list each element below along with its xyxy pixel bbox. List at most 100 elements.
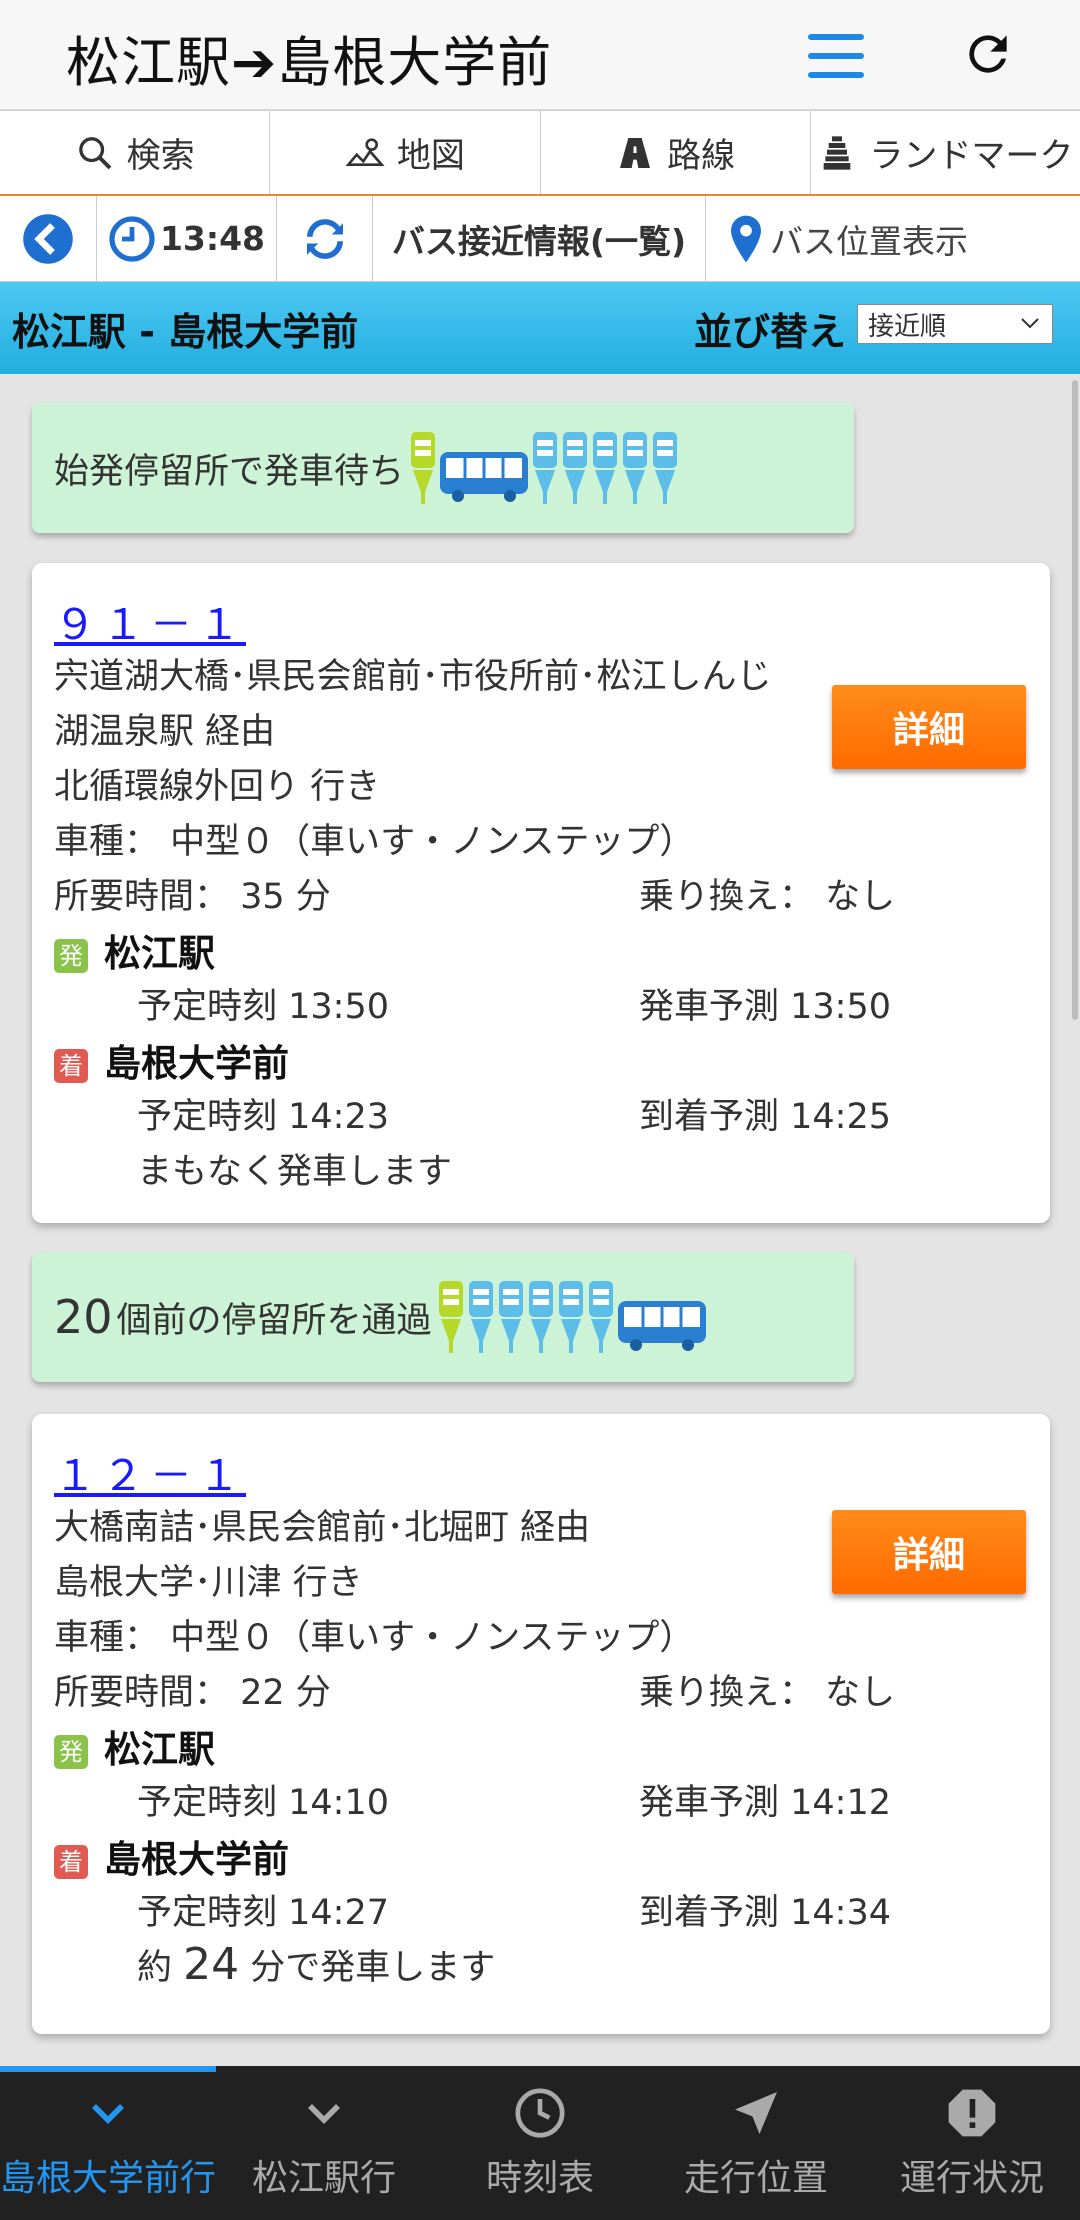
chevron-down-icon <box>308 2104 340 2124</box>
arrival-scheduled: 予定時刻 14:23 <box>137 1097 389 1137</box>
departure-predicted: 発車予測 13:50 <box>639 987 891 1027</box>
stop-icon <box>498 1281 523 1353</box>
bottom-tab-label: 松江駅行 <box>251 2158 396 2199</box>
bus-card: ９１－１ 宍道湖大橋･県民会館前･市役所前･松江しんじ 湖温泉駅 経由 北循環線… <box>32 563 1050 1223</box>
current-stop-icon <box>411 432 436 504</box>
back-button[interactable] <box>0 196 97 281</box>
detail-button[interactable]: 詳細 <box>832 1510 1026 1594</box>
departure-stop: 松江駅 <box>104 1728 215 1771</box>
chevron-down-icon <box>92 2104 124 2124</box>
search-icon <box>78 136 112 169</box>
tab-label: 検索 <box>126 136 195 176</box>
vehicle-type: 車種： 中型０（車いす・ノンステップ） <box>54 822 695 862</box>
navigation-arrow-icon <box>735 2092 777 2134</box>
destination-text: 北循環線外回り 行き <box>54 767 381 807</box>
route-number-link[interactable]: ９１－１ <box>54 600 246 649</box>
clock-icon <box>109 215 155 262</box>
map-icon <box>345 137 385 166</box>
location-pin-icon <box>731 215 761 262</box>
via-text: 宍道湖大橋･県民会館前･市役所前･松江しんじ <box>54 657 772 697</box>
tab-route[interactable]: 路線 <box>541 111 811 194</box>
bus-position-button[interactable]: バス位置表示 <box>706 196 1080 281</box>
minutes-count: 24 <box>183 1939 240 1990</box>
route-bar: 松江駅 - 島根大学前 並び替え 接近順 <box>0 282 1080 374</box>
message-prefix: 約 <box>137 1948 184 1988</box>
stop-icon <box>468 1281 493 1353</box>
stop-icon <box>563 432 588 504</box>
bus-status-box: 20 個前の停留所を通過 <box>32 1252 854 1382</box>
stop-icon <box>588 1281 613 1353</box>
route-title: 松江駅 - 島根大学前 <box>12 309 359 354</box>
sort-value: 接近順 <box>868 311 947 342</box>
arrival-badge: 着 <box>54 1845 88 1879</box>
tab-label: 路線 <box>667 136 736 176</box>
chevron-down-icon <box>1021 318 1039 329</box>
departure-badge: 発 <box>54 1735 88 1769</box>
departure-stop: 松江駅 <box>104 932 215 975</box>
route-number-link[interactable]: １２－１ <box>54 1451 246 1500</box>
reload-button[interactable] <box>277 196 373 281</box>
app-header: 松江駅➔島根大学前 <box>0 0 1080 110</box>
stop-icon <box>653 432 678 504</box>
departure-predicted: 発車予測 14:12 <box>639 1783 891 1823</box>
bus-position-label: バス位置表示 <box>770 221 968 261</box>
bottom-tab-label: 運行状況 <box>899 2158 1044 2199</box>
tab-search[interactable]: 検索 <box>0 111 271 194</box>
detail-button[interactable]: 詳細 <box>832 685 1026 769</box>
back-arrow-icon <box>23 213 73 264</box>
bottom-tab-shimane-univ[interactable]: 島根大学前行 <box>0 2066 216 2220</box>
arrival-scheduled: 予定時刻 14:27 <box>137 1893 389 1933</box>
departure-scheduled: 予定時刻 14:10 <box>137 1783 389 1823</box>
via-text: 大橋南詰･県民会館前･北堀町 経由 <box>54 1508 591 1548</box>
refresh-icon[interactable] <box>960 26 1016 82</box>
tab-landmark[interactable]: ランドマーク <box>811 111 1080 194</box>
arrival-predicted: 到着予測 14:34 <box>639 1893 891 1933</box>
clock-icon <box>515 2088 565 2138</box>
stop-icon <box>533 432 558 504</box>
tab-label: ランドマーク <box>869 136 1074 176</box>
stop-icon <box>528 1281 553 1353</box>
bottom-tab-timetable[interactable]: 時刻表 <box>432 2066 648 2220</box>
departure-scheduled: 予定時刻 13:50 <box>137 987 389 1027</box>
bottom-tab-running-position[interactable]: 走行位置 <box>648 2066 864 2220</box>
time-value: 13:48 <box>159 219 266 258</box>
arrival-predicted: 到着予測 14:25 <box>639 1097 891 1137</box>
bus-progress-graphic <box>436 1279 708 1355</box>
scrollbar[interactable] <box>1072 380 1078 1020</box>
current-stop-icon <box>438 1281 463 1353</box>
bottom-nav: 島根大学前行 松江駅行 時刻表 走行位置 運行状況 <box>0 2066 1080 2220</box>
bus-icon <box>617 1301 706 1351</box>
bus-icon <box>440 452 529 502</box>
sort-label: 並び替え <box>694 309 847 354</box>
sort-select[interactable]: 接近順 <box>857 304 1053 344</box>
tab-label: 地図 <box>396 136 465 176</box>
tab-map[interactable]: 地図 <box>270 111 541 194</box>
transfer-text: 乗り換え： なし <box>639 877 896 917</box>
vehicle-type: 車種： 中型０（車いす・ノンステップ） <box>54 1618 695 1658</box>
current-time[interactable]: 13:48 <box>97 196 277 281</box>
bottom-tab-matsue-station[interactable]: 松江駅行 <box>216 2066 432 2220</box>
sync-icon <box>306 218 343 259</box>
page-title: 松江駅➔島根大学前 <box>66 31 553 94</box>
transfer-text: 乗り換え： なし <box>639 1673 896 1713</box>
bus-progress-graphic <box>408 430 680 506</box>
via-text: 湖温泉駅 経由 <box>54 712 276 752</box>
destination-text: 島根大学･川津 行き <box>54 1563 363 1603</box>
departure-message: まもなく発車します <box>137 1152 453 1192</box>
message-suffix: 分で発車します <box>239 1948 496 1988</box>
bottom-tab-label: 走行位置 <box>683 2158 828 2199</box>
approach-info-button[interactable]: バス接近情報(一覧) <box>373 196 706 281</box>
alert-icon <box>948 2089 996 2137</box>
bottom-tab-operation-status[interactable]: 運行状況 <box>864 2066 1080 2220</box>
status-text: 個前の停留所を通過 <box>116 1300 432 1341</box>
nav-tabs: 検索 地図 路線 ランドマーク <box>0 110 1080 196</box>
bottom-tab-label: 島根大学前行 <box>0 2158 216 2199</box>
stops-away-count: 20 <box>54 1290 113 1344</box>
active-tab-indicator <box>0 2066 216 2072</box>
bus-card: １２－１ 大橋南詰･県民会館前･北堀町 経由 島根大学･川津 行き 車種： 中型… <box>32 1414 1050 2034</box>
hamburger-menu-icon[interactable] <box>808 34 864 78</box>
arrival-stop: 島根大学前 <box>104 1838 289 1881</box>
status-text: 始発停留所で発車待ち <box>54 451 405 492</box>
bottom-tab-label: 時刻表 <box>485 2158 594 2199</box>
stop-icon <box>623 432 648 504</box>
